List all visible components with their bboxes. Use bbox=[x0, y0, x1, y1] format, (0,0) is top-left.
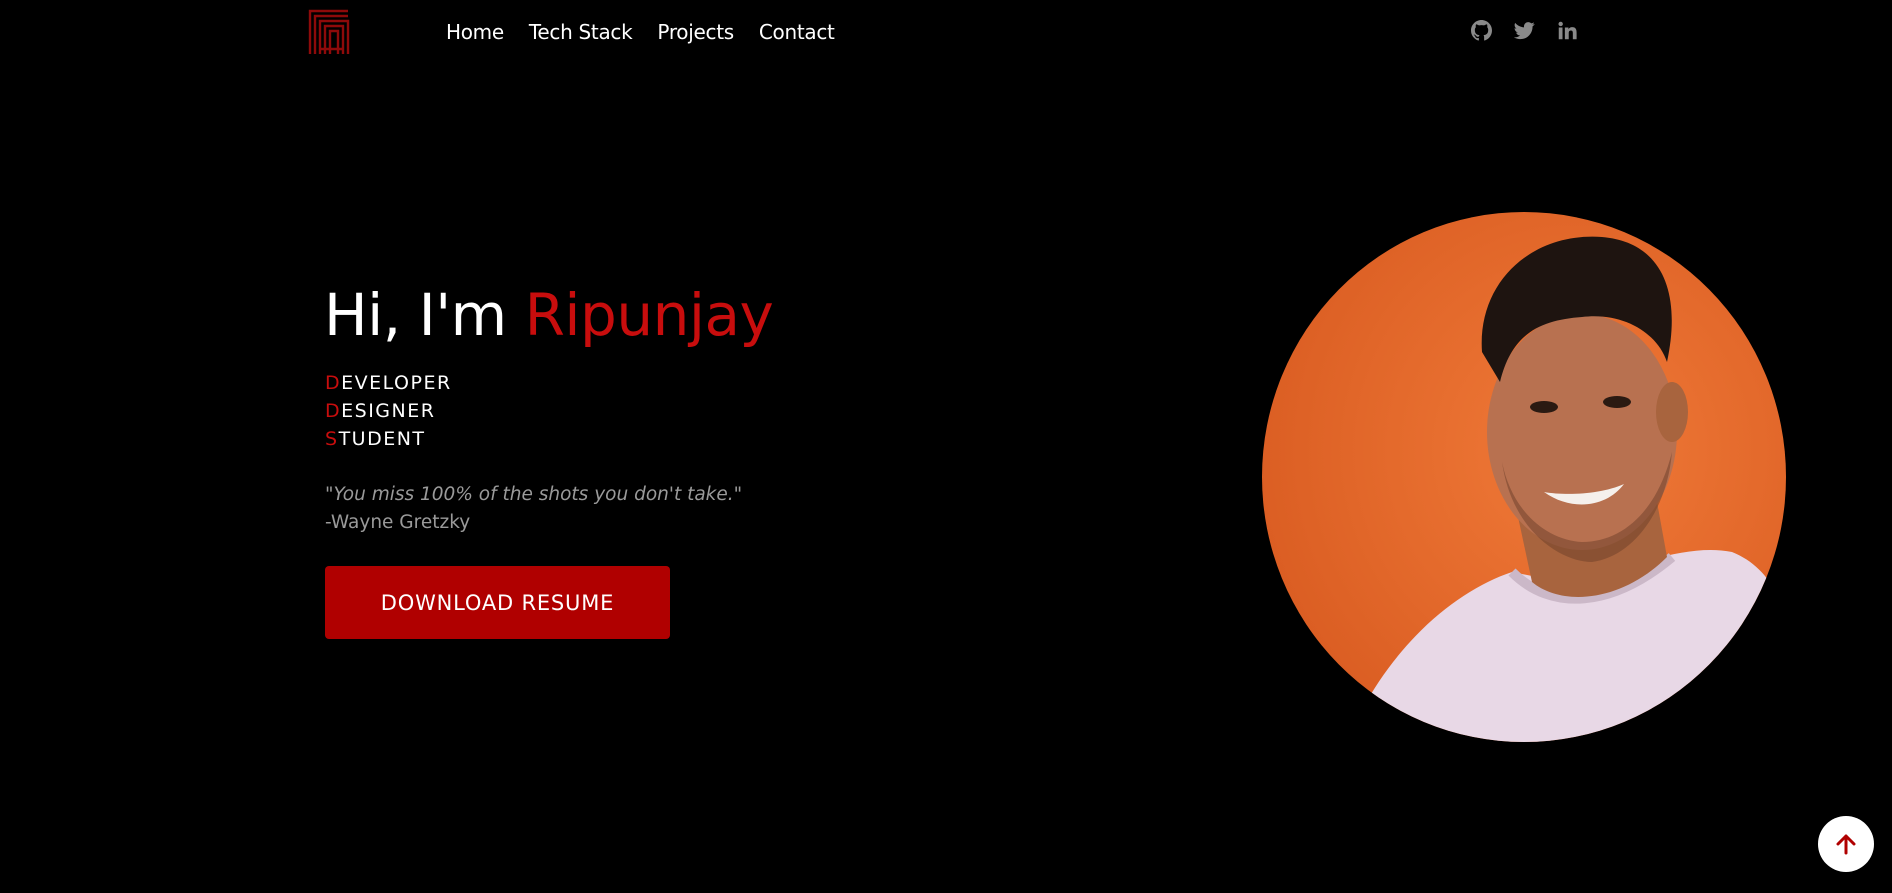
role-initial: D bbox=[325, 400, 342, 422]
role-designer: DESIGNER bbox=[325, 397, 452, 425]
quote-author: -Wayne Gretzky bbox=[325, 512, 471, 533]
nav-tech-stack[interactable]: Tech Stack bbox=[529, 18, 633, 46]
logo[interactable] bbox=[308, 9, 350, 55]
nav-projects[interactable]: Projects bbox=[657, 18, 734, 46]
roles-list: DEVELOPER DESIGNER STUDENT bbox=[325, 369, 452, 453]
role-text: EVELOPER bbox=[341, 372, 452, 394]
role-initial: S bbox=[325, 428, 339, 450]
download-resume-button[interactable]: DOWNLOAD RESUME bbox=[325, 566, 670, 639]
linkedin-icon[interactable] bbox=[1557, 20, 1578, 41]
hero-title: Hi, I'm Ripunjay bbox=[324, 279, 774, 351]
role-text: ESIGNER bbox=[341, 400, 436, 422]
social-links bbox=[1471, 20, 1578, 41]
role-text: TUDENT bbox=[338, 428, 426, 450]
nav-contact[interactable]: Contact bbox=[759, 18, 835, 46]
role-initial: D bbox=[325, 372, 342, 394]
profile-photo bbox=[1262, 212, 1786, 742]
main-nav: Home Tech Stack Projects Contact bbox=[446, 18, 860, 46]
maze-logo-icon bbox=[308, 9, 350, 54]
scroll-to-top-button[interactable] bbox=[1818, 816, 1874, 872]
role-developer: DEVELOPER bbox=[325, 369, 452, 397]
role-student: STUDENT bbox=[325, 425, 452, 453]
greeting-text: Hi, I'm bbox=[324, 281, 525, 349]
github-icon[interactable] bbox=[1471, 20, 1492, 41]
nav-home[interactable]: Home bbox=[446, 18, 504, 46]
quote-text: "You miss 100% of the shots you don't ta… bbox=[325, 484, 743, 505]
arrow-up-icon bbox=[1836, 834, 1856, 855]
twitter-icon[interactable] bbox=[1514, 20, 1535, 41]
hero-name: Ripunjay bbox=[524, 281, 774, 349]
